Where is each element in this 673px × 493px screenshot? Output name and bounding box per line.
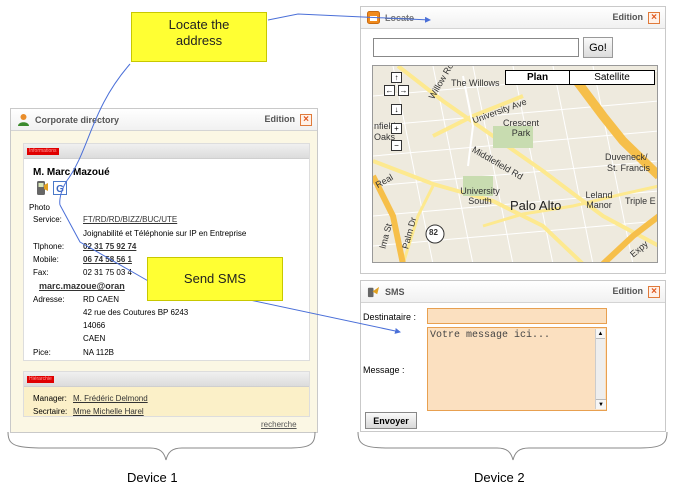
route-82-shield: 82 (429, 228, 438, 237)
address-line-4: CAEN (83, 334, 106, 343)
mobile-link[interactable]: 06 74 58 56 1 (83, 255, 132, 264)
sms-phone-icon (367, 286, 380, 298)
svg-text:G: G (56, 184, 64, 195)
message-textarea[interactable]: Votre message ici... ▲ ▼ (427, 327, 607, 411)
map-label-crescent-park: Crescent Park (502, 118, 539, 138)
map-type-plan-button[interactable]: Plan (506, 71, 570, 84)
device2-label: Device 2 (474, 470, 525, 485)
close-icon[interactable]: × (300, 114, 312, 126)
service-link[interactable]: FT/RD/RD/BIZZ/BUC/UTE (83, 215, 177, 224)
device1-label: Device 1 (127, 470, 178, 485)
go-button[interactable]: Go! (583, 37, 613, 58)
info-section-tag: Informations (27, 148, 59, 155)
pan-down-button[interactable]: ↓ (391, 104, 402, 115)
map-label-st-francis: St. Francis (607, 163, 651, 173)
phone-label: Tlphone: (33, 242, 65, 251)
locate-title: Locate (385, 13, 415, 23)
person-icon (18, 114, 29, 126)
service-description: Joignabilité et Téléphonie sur IP en Ent… (83, 229, 247, 238)
hierarchy-section-bar: Hiérarchie (24, 372, 309, 387)
locate-edition-link[interactable]: Edition (613, 12, 644, 22)
search-link[interactable]: recherche (261, 420, 297, 429)
sms-header: SMS Edition × (361, 281, 665, 303)
secretary-label: Secrtaire: (33, 407, 68, 416)
zoom-out-button[interactable]: − (391, 140, 402, 151)
locate-callout: Locate the address (131, 12, 267, 62)
sms-close-icon[interactable]: × (648, 286, 660, 298)
hierarchy-section-tag: Hiérarchie (27, 376, 54, 383)
directory-title: Corporate directory (35, 115, 120, 125)
locate-close-icon[interactable]: × (648, 12, 660, 24)
locate-widget: Locate Edition × Go! The Willows Willow … (360, 6, 666, 274)
pan-left-button[interactable]: ← (384, 85, 395, 96)
room-label: Pice: (33, 348, 51, 357)
fax-value: 02 31 75 03 4 (83, 268, 132, 277)
map-label-palo-alto: Palo Alto (510, 198, 562, 213)
email-link[interactable]: marc.mazoue@oran (39, 281, 125, 291)
recipient-input[interactable] (427, 308, 607, 324)
info-section-bar: Informations (24, 144, 309, 159)
g-icon[interactable]: G (53, 181, 67, 195)
sms-callout: Send SMS (147, 257, 283, 301)
contact-name: M. Marc Mazoué (33, 167, 110, 178)
message-placeholder: Votre message ici... (430, 330, 551, 341)
pan-up-button[interactable]: ↑ (391, 72, 402, 83)
locate-header: Locate Edition × (361, 7, 665, 29)
manager-link[interactable]: M. Frédéric Delmond (73, 394, 148, 403)
send-button[interactable]: Envoyer (365, 412, 417, 429)
manager-label: Manager: (33, 394, 67, 403)
phone-link[interactable]: 02 31 75 92 74 (83, 242, 136, 251)
photo-label: Photo (29, 203, 50, 212)
sms-title: SMS (385, 287, 405, 297)
address-line-1: RD CAEN (83, 295, 120, 304)
map-label-triple-e: Triple E (625, 196, 656, 206)
scroll-up-icon[interactable]: ▲ (596, 329, 605, 339)
map-icon (367, 11, 380, 24)
address-line-2: 42 rue des Coutures BP 6243 (83, 308, 189, 317)
map-view[interactable]: The Willows Willow Ro University Ave Cre… (372, 65, 658, 263)
directory-header: Corporate directory Edition × (11, 109, 317, 131)
sms-edition-link[interactable]: Edition (613, 286, 644, 296)
address-label: Adresse: (33, 295, 65, 304)
fax-label: Fax: (33, 268, 49, 277)
recipient-label: Destinataire : (363, 312, 417, 322)
message-label: Message : (363, 365, 405, 375)
zoom-in-button[interactable]: + (391, 123, 402, 134)
pan-right-button[interactable]: → (398, 85, 409, 96)
map-label-university-south: University South (460, 186, 500, 206)
map-label-duveneck: Duveneck/ (605, 152, 648, 162)
message-scrollbar[interactable]: ▲ ▼ (595, 329, 606, 409)
map-type-satellite-button[interactable]: Satellite (570, 71, 654, 84)
edition-link[interactable]: Edition (265, 114, 296, 124)
phone-icon[interactable] (35, 180, 49, 196)
room-value: NA 112B (83, 348, 114, 357)
map-label-leland-manor: Leland Manor (585, 190, 613, 210)
sms-widget: SMS Edition × Destinataire : Message : V… (360, 280, 666, 432)
scroll-down-icon[interactable]: ▼ (596, 399, 606, 409)
map-type-toggle: Plan Satellite (505, 70, 655, 85)
address-line-3: 14066 (83, 321, 106, 330)
map-label-willows: The Willows (451, 78, 500, 88)
service-label: Service: (33, 215, 62, 224)
mobile-label: Mobile: (33, 255, 59, 264)
secretary-link[interactable]: Mme Michelle Harel (73, 407, 144, 416)
address-input[interactable] (373, 38, 579, 57)
